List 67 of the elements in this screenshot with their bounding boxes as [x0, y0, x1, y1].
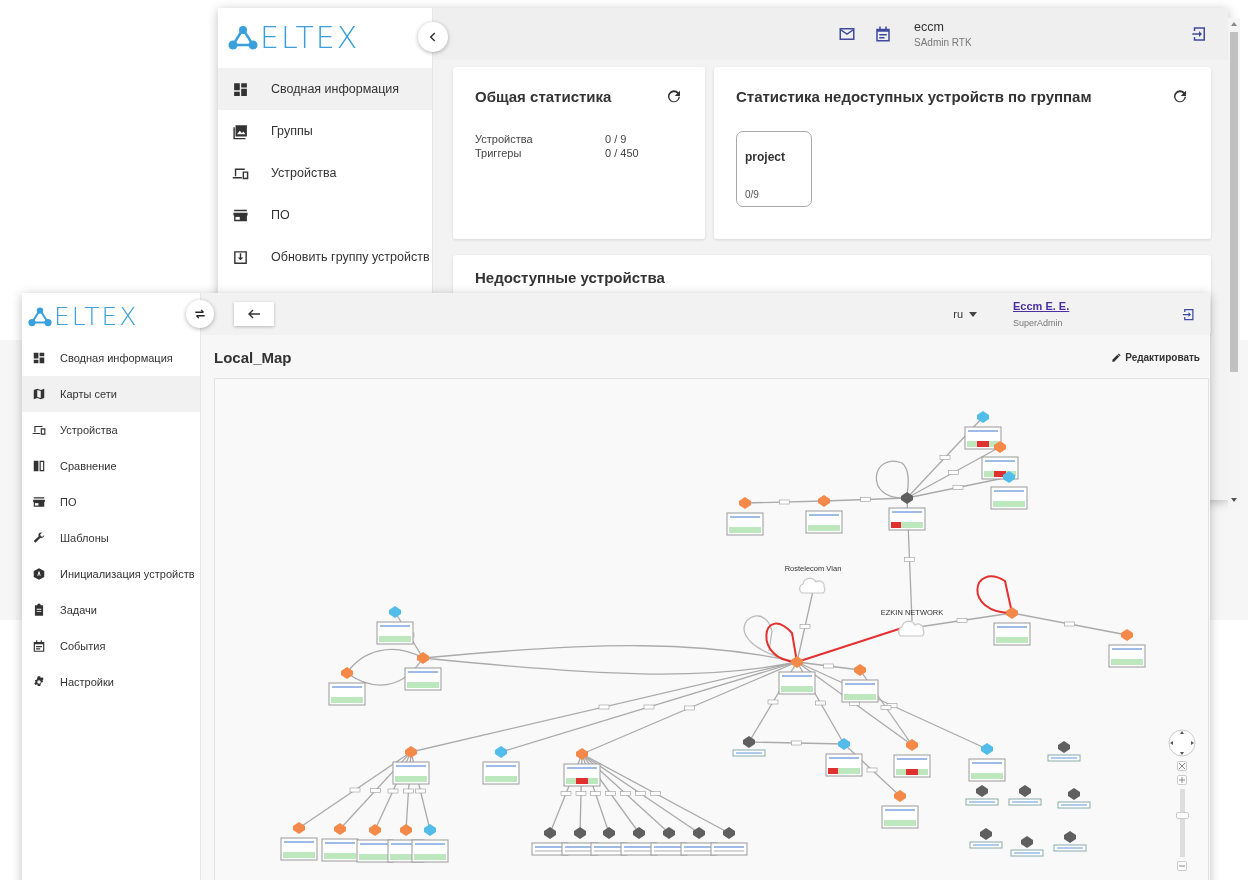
stat-label: Триггеры [475, 147, 523, 159]
hexagon-icon [32, 567, 46, 581]
stat-label: Устройства [475, 133, 534, 145]
group-tile[interactable]: project 0/9 [736, 131, 812, 207]
logo-text: ELTEX [54, 304, 139, 329]
arrow-left-icon [247, 309, 261, 319]
logo-icon [228, 25, 258, 51]
gear-icon [32, 675, 46, 689]
logo-icon [28, 305, 52, 328]
sidebar-item[interactable]: Обновить группу устройств [218, 236, 432, 278]
stat-value: 0 / 9 [605, 133, 628, 145]
compare-icon [32, 459, 46, 473]
stat-value: 0 / 450 [605, 147, 640, 159]
sidebar-item[interactable]: Устройства [22, 412, 200, 448]
sidebar-item[interactable]: События [22, 628, 200, 664]
sidebar-item[interactable]: ПО [22, 484, 200, 520]
sidebar-item[interactable]: Сводная информация [218, 68, 432, 110]
download-icon [232, 248, 249, 266]
dashboard-icon [232, 80, 249, 98]
sidebar-item[interactable]: Сводная информация [22, 340, 200, 376]
wrench-icon [32, 531, 46, 545]
minus-icon [1178, 862, 1186, 870]
slider-thumb[interactable] [1175, 811, 1189, 819]
sidebar-item[interactable]: Инициализация устройств [22, 556, 200, 592]
swap-button[interactable] [186, 300, 214, 328]
group-name: project [745, 150, 786, 164]
logout-icon[interactable] [1181, 306, 1196, 322]
pencil-icon [1111, 351, 1123, 363]
sidebar-item[interactable]: Задачи [22, 592, 200, 628]
back-button[interactable] [234, 302, 274, 326]
sidebar-item[interactable]: Устройства [218, 152, 432, 194]
fit-view-button[interactable] [1177, 761, 1187, 771]
sidebar-item[interactable]: Сравнение [22, 448, 200, 484]
image-icon [232, 122, 249, 140]
calendar-icon [32, 639, 46, 653]
logo-text: ELTEX [260, 23, 360, 53]
swap-arrows-icon [193, 307, 207, 321]
logout-icon[interactable] [1190, 25, 1208, 43]
language-dropdown[interactable]: ru [953, 308, 977, 320]
sidebar-item[interactable]: Настройки [22, 664, 200, 700]
map-title: Local_Map [214, 348, 292, 366]
refresh-icon[interactable] [1171, 87, 1189, 105]
mail-icon[interactable] [838, 25, 856, 43]
sidebar-item[interactable]: Карты сети [22, 376, 200, 412]
sidebar-item[interactable]: ПО [218, 194, 432, 236]
sidebar-item[interactable]: Группы [218, 110, 432, 152]
fit-icon [1178, 762, 1186, 770]
devices-icon [32, 423, 46, 437]
sidebar-item[interactable]: Шаблоны [22, 520, 200, 556]
dashboard-icon [32, 351, 46, 365]
refresh-icon[interactable] [665, 87, 683, 105]
group-count: 0/9 [745, 189, 760, 200]
store-icon [32, 495, 46, 509]
card-title: Недоступные устройства [475, 269, 665, 286]
plus-icon [1178, 776, 1186, 784]
clipboard-icon [32, 603, 46, 617]
user-role: SuperAdmin [1013, 318, 1064, 328]
pan-control[interactable] [1168, 729, 1196, 757]
calendar-icon[interactable] [874, 25, 892, 43]
user-link[interactable]: Eccm E. E. [1013, 300, 1163, 312]
user-role: SAdmin RTK [914, 37, 973, 48]
map-icon [32, 387, 46, 401]
caret-icon [969, 311, 977, 317]
user-name: eccm [914, 20, 945, 34]
card-title: Общая статистика [475, 87, 612, 105]
card-title: Статистика недоступных устройств по группам [736, 87, 1092, 105]
edit-button[interactable]: Редактировать [1111, 351, 1200, 363]
